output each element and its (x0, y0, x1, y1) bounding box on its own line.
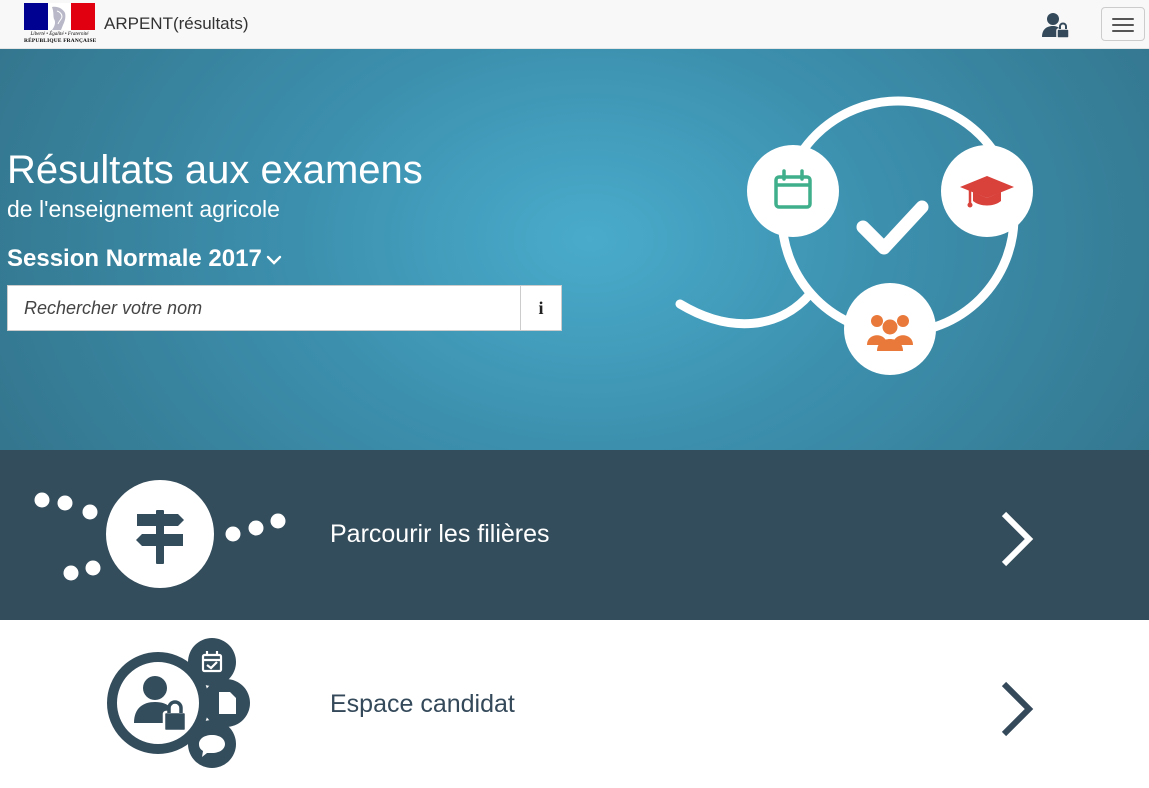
logo-republic-name: RÉPUBLIQUE FRANÇAISE (24, 38, 97, 44)
candidate-space-label: Espace candidat (330, 690, 515, 718)
session-selector[interactable]: Session Normale 2017 (7, 243, 282, 275)
info-button[interactable]: i (520, 286, 561, 330)
signpost-illustration (34, 480, 286, 588)
search-box: i (7, 285, 562, 331)
browse-programs-label: Parcourir les filières (330, 520, 550, 548)
page-title: Résultats aux examens (7, 148, 423, 192)
results-illustration (675, 96, 1033, 375)
menu-toggle-button[interactable] (1101, 7, 1145, 41)
logo-motto: Liberté • Égalité • Fraternité (30, 32, 89, 37)
hamburger-bar (1112, 24, 1134, 26)
chevron-down-icon (266, 255, 282, 265)
page-subtitle: de l'enseignement agricole (7, 196, 280, 222)
republique-francaise-logo[interactable]: Liberté • Égalité • Fraternité RÉPUBLIQU… (24, 3, 97, 46)
candidate-space-link[interactable]: Espace candidat (0, 620, 1149, 788)
hamburger-bar (1112, 18, 1134, 20)
hero-banner: Résultats aux examens de l'enseignement … (0, 49, 1149, 450)
chevron-right-icon (1001, 511, 1034, 567)
check-icon (856, 200, 929, 255)
browse-programs-link[interactable]: Parcourir les filières (0, 450, 1149, 620)
user-lock-icon[interactable] (1042, 12, 1070, 39)
chevron-right-icon (1001, 681, 1034, 737)
top-navbar: Liberté • Égalité • Fraternité RÉPUBLIQU… (0, 0, 1149, 49)
candidate-illustration (107, 638, 250, 768)
info-icon: i (538, 297, 544, 318)
hamburger-bar (1112, 30, 1134, 32)
app-brand-title[interactable]: ARPENT(résultats) (104, 14, 249, 34)
flag-icon (24, 3, 95, 30)
search-input[interactable] (8, 286, 521, 330)
session-label: Session Normale 2017 (7, 245, 262, 272)
